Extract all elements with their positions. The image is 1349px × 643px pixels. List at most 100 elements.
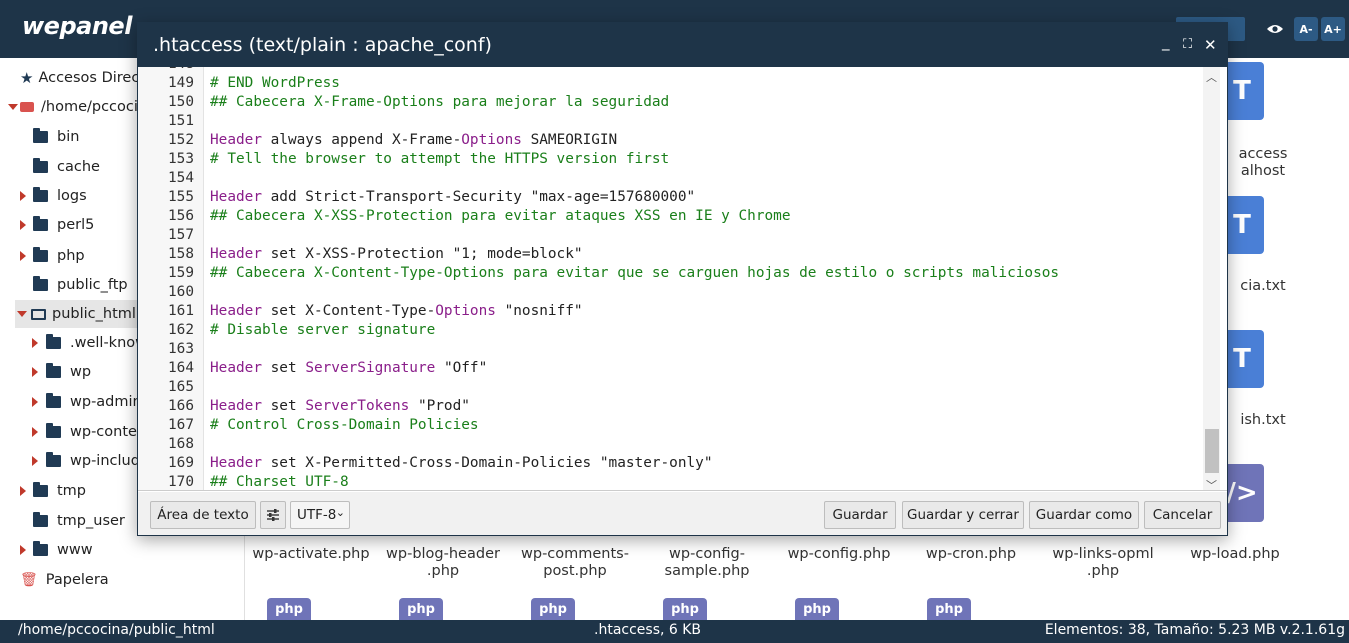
text-token: add Strict-Transport-Security "max-age=1…	[261, 189, 696, 205]
line-number: 163	[168, 341, 194, 357]
eye-icon[interactable]	[1263, 17, 1287, 41]
keyword-token: Header	[210, 132, 262, 148]
php-file-icon[interactable]: php	[795, 598, 839, 620]
maximize-button[interactable]: ⛶	[1183, 36, 1192, 54]
minimize-button[interactable]: _	[1162, 33, 1170, 51]
file-item-wp-comments-post[interactable]: wp-comments- post.php	[509, 546, 641, 580]
dialog-titlebar[interactable]: .htaccess (text/plain : apache_conf) _ ⛶…	[138, 23, 1227, 67]
caret-right-icon[interactable]	[32, 367, 38, 377]
tree-item-tmp-user[interactable]: tmp_user	[33, 507, 125, 535]
caret-right-icon[interactable]	[20, 191, 26, 201]
php-file-icon[interactable]: php	[531, 598, 575, 620]
file-item-wp-load[interactable]: wp-load.php	[1169, 546, 1301, 563]
save-button[interactable]: Guardar	[824, 501, 896, 529]
tree-item-wp-admin[interactable]: wp-admin	[32, 388, 142, 416]
tree-item-bin[interactable]: bin	[33, 123, 79, 151]
tree-item-label: wp	[70, 364, 92, 380]
line-number: 149	[168, 75, 194, 91]
folder-icon	[33, 482, 48, 497]
encoding-select[interactable]: UTF-8 ⌄	[290, 501, 350, 529]
textarea-button[interactable]: Área de texto	[150, 501, 256, 529]
line-content: Header add Strict-Transport-Security "ma…	[210, 188, 695, 207]
scroll-thumb[interactable]	[1205, 429, 1219, 473]
tree-item-wp-content[interactable]: wp-content	[32, 418, 152, 446]
tree-item-label: cache	[57, 159, 100, 175]
dialog-footer: Área de texto UTF-8 ⌄ Guardar Guardar y …	[138, 492, 1227, 535]
comment-token: # Tell the browser to attempt the HTTPS …	[210, 151, 670, 167]
caret-right-icon[interactable]	[32, 338, 38, 348]
php-file-icon[interactable]: php	[267, 598, 311, 620]
comment-token: ## Charset UTF-8	[210, 474, 349, 490]
keyword-token: Options	[435, 303, 496, 319]
line-content: # Disable server signature	[210, 321, 435, 340]
close-button[interactable]: ✕	[1204, 36, 1217, 54]
save-and-close-button[interactable]: Guardar y cerrar	[902, 501, 1024, 529]
tree-item-cache[interactable]: cache	[33, 153, 100, 181]
line-number: 152	[168, 132, 194, 148]
tree-item-logs[interactable]: logs	[20, 182, 87, 210]
tree-item-wp[interactable]: wp	[32, 358, 91, 386]
php-file-icon[interactable]: php	[927, 598, 971, 620]
caret-right-icon[interactable]	[32, 427, 38, 437]
tree-item-home[interactable]: /home/pccocina	[8, 93, 156, 121]
font-decrease-button[interactable]: A-	[1294, 17, 1318, 41]
scroll-up-icon[interactable]: ︿	[1203, 69, 1220, 84]
keyword-token: Header	[210, 455, 262, 471]
scroll-down-icon[interactable]: ﹀	[1203, 477, 1220, 490]
file-item-wp-config-sample[interactable]: wp-config- sample.php	[641, 546, 773, 580]
tree-item-label: wp-admin	[70, 394, 142, 410]
file-item-wp-cron[interactable]: wp-cron.php	[905, 546, 1037, 563]
line-number: 157	[168, 227, 194, 243]
font-increase-button[interactable]: A+	[1321, 17, 1345, 41]
cancel-button[interactable]: Cancelar	[1144, 501, 1221, 529]
encoding-value: UTF-8	[297, 507, 337, 523]
trash-icon: 🗑	[20, 572, 38, 588]
folder-icon	[33, 512, 48, 527]
file-item-wp-blog-header[interactable]: wp-blog-header .php	[377, 546, 509, 580]
comment-token: # Disable server signature	[210, 322, 436, 338]
line-number: 170	[168, 474, 194, 490]
folder-open-icon	[31, 308, 46, 320]
tree-item-public-html[interactable]: public_html	[15, 300, 140, 328]
line-number: 158	[168, 246, 194, 262]
status-info: Elementos: 38, Tamaño: 5.23 MB v.2.1.61g	[1044, 622, 1345, 638]
php-file-icon[interactable]: php	[399, 598, 443, 620]
tree-item-perl5[interactable]: perl5	[20, 211, 94, 239]
line-content: ## Cabecera X-Content-Type-Options para …	[210, 264, 1059, 283]
editor-scrollbar[interactable]: ︿ ﹀	[1203, 67, 1220, 490]
caret-right-icon[interactable]	[20, 545, 26, 555]
caret-right-icon[interactable]	[20, 220, 26, 230]
line-number: 154	[168, 170, 194, 186]
text-token: "nosniff"	[495, 303, 583, 319]
tree-item-tmp[interactable]: tmp	[20, 477, 86, 505]
file-item-wp-config[interactable]: wp-config.php	[773, 546, 905, 563]
tree-item-www[interactable]: www	[20, 536, 93, 564]
php-file-icon[interactable]: php	[663, 598, 707, 620]
caret-right-icon[interactable]	[32, 397, 38, 407]
save-as-button[interactable]: Guardar como	[1029, 501, 1139, 529]
text-token: set X-XSS-Protection "1; mode=block"	[261, 246, 583, 262]
file-item-wp-links-opml[interactable]: wp-links-opml .php	[1037, 546, 1169, 580]
comment-token: # Control Cross-Domain Policies	[210, 417, 479, 433]
tree-item-public-ftp[interactable]: public_ftp	[33, 271, 128, 299]
caret-down-icon[interactable]	[8, 104, 18, 110]
folder-icon	[46, 393, 61, 408]
caret-right-icon[interactable]	[32, 456, 38, 466]
caret-down-icon[interactable]	[17, 311, 27, 317]
line-content: Header set ServerTokens "Prod"	[210, 397, 470, 416]
sliders-icon[interactable]	[260, 501, 286, 529]
caret-right-icon[interactable]	[20, 251, 26, 261]
file-item-wp-activate[interactable]: wp-activate.php	[245, 546, 377, 563]
line-number: 153	[168, 151, 194, 167]
text-token: set	[261, 360, 306, 376]
star-icon: ★	[20, 69, 34, 87]
code-editor[interactable]: 148149 # END WordPress 150 ## Cabecera X-Fr…	[138, 67, 1227, 491]
folder-icon	[33, 128, 48, 143]
tree-item-trash[interactable]: 🗑 Papelera	[20, 566, 109, 594]
app-logo[interactable]: wepanel	[22, 12, 132, 40]
tree-item-php[interactable]: php	[20, 242, 85, 270]
caret-right-icon[interactable]	[20, 486, 26, 496]
drive-icon	[20, 102, 34, 112]
keyword-token: Header	[210, 303, 262, 319]
text-token: "Off"	[435, 360, 488, 376]
